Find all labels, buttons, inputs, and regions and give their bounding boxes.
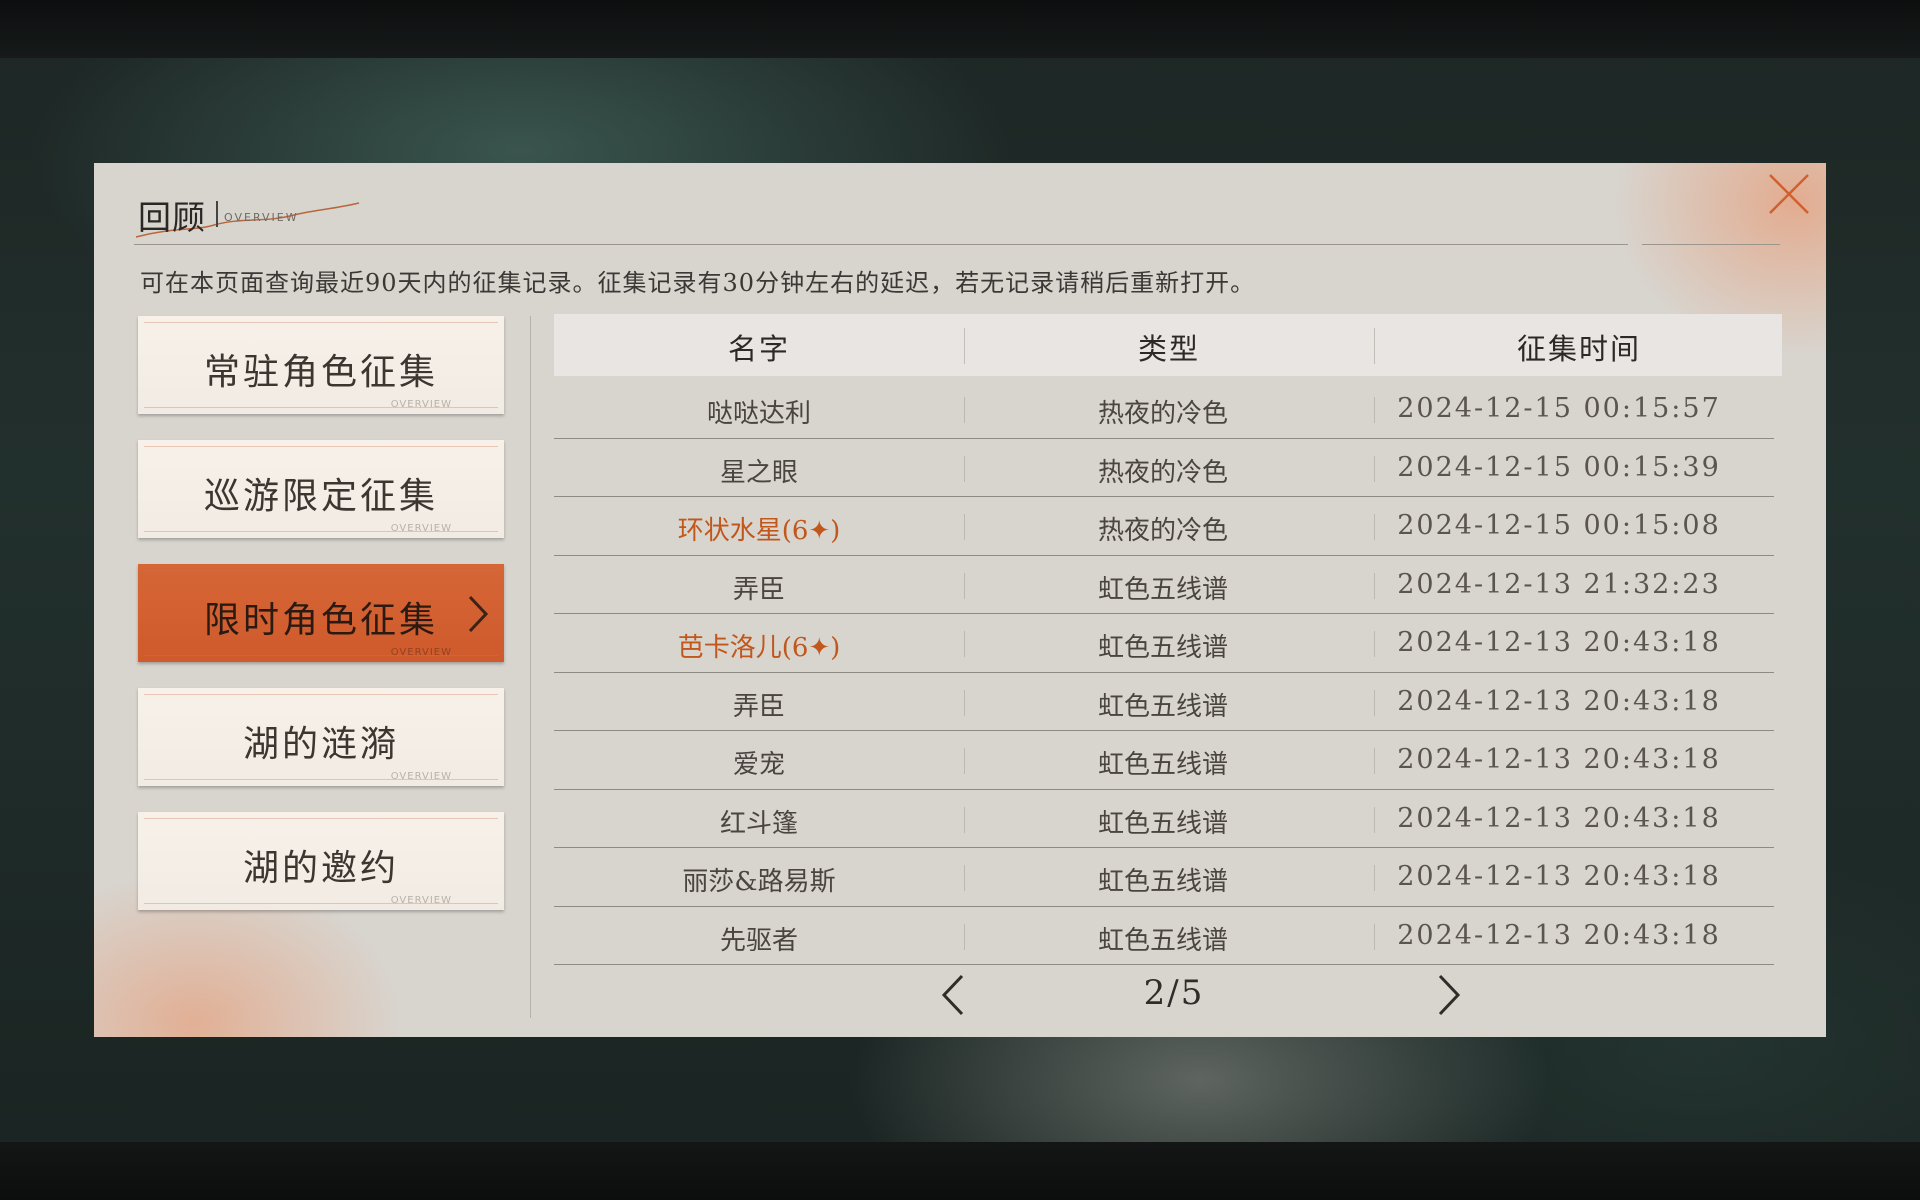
table-header: 名字 类型 征集时间 <box>554 314 1782 376</box>
header-rule <box>134 244 1610 245</box>
title-separator <box>216 201 218 227</box>
cell-type: 虹色五线谱 <box>1097 574 1228 605</box>
sidebar-item-label: 常驻角色征集 <box>203 352 438 393</box>
table-row: 丽莎&路易斯 虹色五线谱 2024-12-13 20:43:18 <box>554 848 1774 907</box>
sidebar-item-label: 湖的邀约 <box>242 848 399 889</box>
sidebar-divider <box>530 316 531 1018</box>
cell-name: 弄臣 <box>732 574 785 605</box>
table-body: 哒哒达利 热夜的冷色 2024-12-15 00:15:57 星之眼 热夜的冷色 2024… <box>554 380 1782 965</box>
table-row: 哒哒达利 热夜的冷色 2024-12-15 00:15:57 <box>554 380 1774 439</box>
chevron-left-icon[interactable] <box>938 973 968 1021</box>
sidebar-item-lake-ripples[interactable]: 湖的涟漪 OVERVIEW <box>138 688 504 786</box>
sidebar-item-lake-invitation[interactable]: 湖的邀约 OVERVIEW <box>138 812 504 910</box>
cell-time: 2024-12-13 20:43:18 <box>1397 802 1721 834</box>
table-row: 环状水星(6✦) 热夜的冷色 2024-12-15 00:15:08 <box>554 497 1774 556</box>
column-header-time: 征集时间 <box>1516 332 1641 366</box>
cell-name: 爱宠 <box>732 750 785 780</box>
sidebar-item-tag: OVERVIEW <box>390 523 452 534</box>
table-row: 爱宠 虹色五线谱 2024-12-13 20:43:18 <box>554 731 1774 790</box>
cell-time: 2024-12-13 20:43:18 <box>1397 861 1721 892</box>
sidebar-item-label: 限时角色征集 <box>203 600 438 641</box>
header-rule-segment <box>1576 244 1628 245</box>
overview-dialog: 回顾 OVERVIEW 可在本页面查询最近90天内的征集记录。征集记录有30分钟… <box>94 163 1826 1037</box>
cell-name: 星之眼 <box>719 457 798 488</box>
cell-type: 虹色五线谱 <box>1097 750 1228 780</box>
table-row: 弄臣 虹色五线谱 2024-12-13 20:43:18 <box>554 673 1774 731</box>
cell-name: 哒哒达利 <box>706 399 811 429</box>
cell-time: 2024-12-15 00:15:57 <box>1397 393 1721 424</box>
bottom-backdrop-strip <box>0 1142 1920 1200</box>
cell-time: 2024-12-13 20:43:18 <box>1397 744 1721 775</box>
pagination: 2/5 <box>554 967 1782 1017</box>
cell-time: 2024-12-13 20:43:18 <box>1397 627 1721 658</box>
record-table: 名字 类型 征集时间 哒哒达利 热夜的冷色 2024-12-15 00:15:57 星… <box>554 314 1782 965</box>
cell-type: 虹色五线谱 <box>1097 691 1228 722</box>
header-rule-segment <box>1642 244 1780 245</box>
table-row: 红斗篷 虹色五线谱 2024-12-13 20:43:18 <box>554 790 1774 848</box>
cell-time: 2024-12-15 00:15:39 <box>1397 451 1721 483</box>
cell-type: 热夜的冷色 <box>1097 516 1228 546</box>
table-row: 芭卡洛儿(6✦) 虹色五线谱 2024-12-13 20:43:18 <box>554 614 1774 673</box>
banner-sidebar: 常驻角色征集 OVERVIEW 巡游限定征集 OVERVIEW 限时角色征集 O… <box>138 316 504 936</box>
column-header-name: 名字 <box>727 332 790 366</box>
cell-time: 2024-12-13 20:43:18 <box>1397 919 1721 951</box>
sidebar-item-tag: OVERVIEW <box>390 647 452 658</box>
page-indicator: 2/5 <box>1143 973 1205 1013</box>
chevron-right-icon <box>466 594 490 638</box>
cell-type: 热夜的冷色 <box>1097 399 1228 429</box>
sidebar-item-tag: OVERVIEW <box>390 399 452 410</box>
notice-text: 可在本页面查询最近90天内的征集记录。征集记录有30分钟左右的延迟，若无记录请稍… <box>140 269 1256 297</box>
cell-name: 红斗篷 <box>719 808 798 839</box>
sidebar-item-tag: OVERVIEW <box>390 895 452 906</box>
cell-time: 2024-12-13 20:43:18 <box>1397 685 1721 717</box>
cell-time: 2024-12-15 00:15:08 <box>1397 510 1721 541</box>
cell-time: 2024-12-13 21:32:23 <box>1397 568 1721 600</box>
sidebar-item-label: 湖的涟漪 <box>242 724 399 765</box>
chevron-right-icon[interactable] <box>1434 973 1464 1021</box>
page-title: 回顾 <box>138 198 206 237</box>
cell-name: 丽莎&路易斯 <box>682 867 836 897</box>
cell-type: 虹色五线谱 <box>1097 867 1228 897</box>
table-row: 弄臣 虹色五线谱 2024-12-13 21:32:23 <box>554 556 1774 614</box>
sidebar-item-standard-banner[interactable]: 常驻角色征集 OVERVIEW <box>138 316 504 414</box>
column-header-type: 类型 <box>1137 332 1200 366</box>
cell-type: 热夜的冷色 <box>1097 457 1228 488</box>
sidebar-item-tag: OVERVIEW <box>390 771 452 782</box>
cell-name: 芭卡洛儿(6✦) <box>677 633 841 663</box>
sidebar-item-tour-limited-banner[interactable]: 巡游限定征集 OVERVIEW <box>138 440 504 538</box>
top-backdrop-strip <box>0 0 1920 58</box>
close-icon[interactable] <box>1766 171 1812 217</box>
sidebar-item-label: 巡游限定征集 <box>203 476 438 517</box>
cell-name: 环状水星(6✦) <box>677 516 841 546</box>
cell-name: 弄臣 <box>732 691 785 722</box>
sidebar-item-limited-character-banner[interactable]: 限时角色征集 OVERVIEW <box>138 564 504 662</box>
cell-type: 虹色五线谱 <box>1097 633 1228 663</box>
page-subtitle: OVERVIEW <box>224 211 299 224</box>
table-row: 先驱者 虹色五线谱 2024-12-13 20:43:18 <box>554 907 1774 965</box>
cell-name: 先驱者 <box>719 925 798 956</box>
table-row: 星之眼 热夜的冷色 2024-12-15 00:15:39 <box>554 439 1774 497</box>
cell-type: 虹色五线谱 <box>1097 808 1228 839</box>
cell-type: 虹色五线谱 <box>1097 925 1228 956</box>
